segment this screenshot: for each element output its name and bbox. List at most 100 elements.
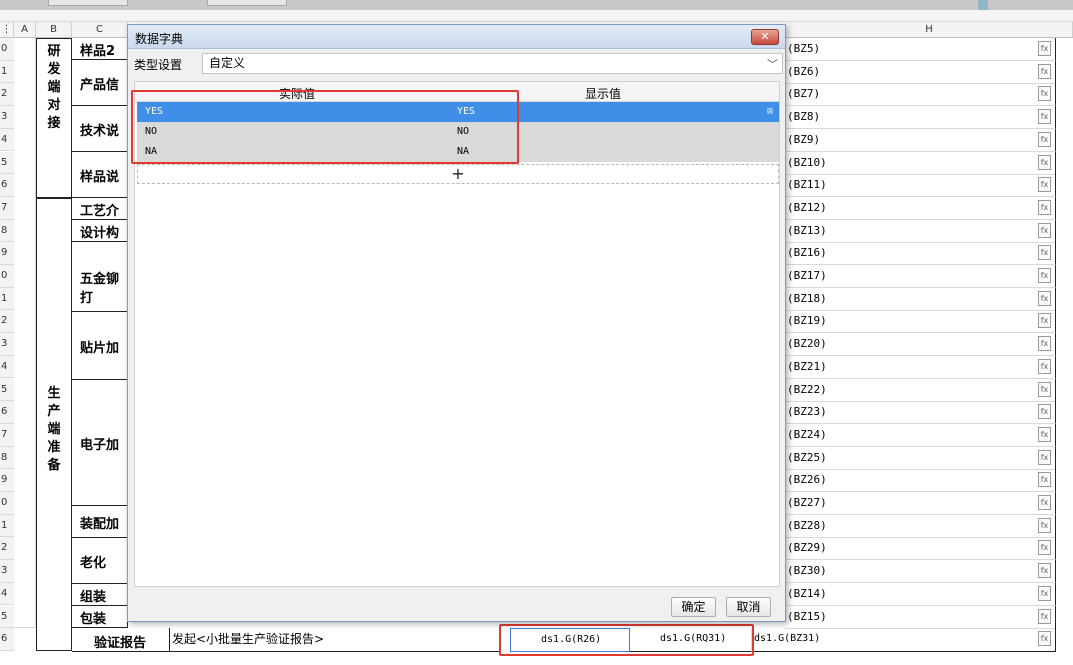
- h-cell[interactable]: (BZ23) fx: [785, 401, 1056, 425]
- row-number[interactable]: 5: [0, 605, 14, 629]
- row-number[interactable]: 7: [0, 423, 14, 447]
- c-label-cell[interactable]: 样品说: [72, 152, 128, 198]
- h-cell[interactable]: (BZ19) fx: [785, 310, 1056, 334]
- ok-button[interactable]: 确定: [671, 597, 716, 617]
- h-cell[interactable]: (BZ13) fx: [785, 219, 1056, 243]
- row-number[interactable]: 2: [0, 310, 14, 334]
- row-number[interactable]: 0: [0, 38, 14, 61]
- column-header-b[interactable]: B: [36, 22, 72, 38]
- fx-icon[interactable]: fx: [1038, 426, 1051, 442]
- c-label-cell[interactable]: 技术说: [72, 106, 128, 152]
- h-cell[interactable]: (BZ28) fx: [785, 514, 1056, 538]
- row-number[interactable]: 6: [0, 401, 14, 424]
- h-cell[interactable]: (BZ6) fx: [785, 60, 1056, 84]
- fx-icon[interactable]: fx: [1038, 222, 1051, 238]
- fx-icon[interactable]: fx: [1038, 199, 1051, 215]
- bottom-c-cell[interactable]: 验证报告: [72, 628, 170, 652]
- row-number[interactable]: 3: [0, 106, 14, 129]
- row-number[interactable]: 7: [0, 196, 14, 220]
- fx-icon[interactable]: fx: [1038, 86, 1051, 102]
- h-cell[interactable]: (BZ7) fx: [785, 83, 1056, 107]
- row-number[interactable]: 2: [0, 83, 14, 107]
- h-cell[interactable]: (BZ14) fx: [785, 582, 1056, 606]
- corner-header[interactable]: ⋮: [0, 22, 14, 38]
- h-cell[interactable]: (BZ30) fx: [785, 560, 1056, 584]
- row-number[interactable]: 9: [0, 242, 14, 265]
- row-number[interactable]: 0: [0, 265, 14, 288]
- c-label-cell[interactable]: 设计构: [72, 220, 128, 242]
- fx-icon[interactable]: fx: [1038, 313, 1051, 329]
- fx-icon[interactable]: fx: [1038, 358, 1051, 374]
- fx-icon[interactable]: fx: [1038, 268, 1051, 283]
- row-number[interactable]: 6: [0, 628, 14, 651]
- dialog-title-bar[interactable]: 数据字典 ✕: [128, 25, 785, 49]
- fx-icon[interactable]: fx: [1038, 177, 1051, 193]
- fx-icon[interactable]: fx: [1038, 131, 1051, 147]
- row-number[interactable]: 8: [0, 219, 14, 243]
- h-cell[interactable]: (BZ17) fx: [785, 265, 1056, 288]
- c-label-cell[interactable]: 五金铆打: [72, 242, 128, 312]
- row-number[interactable]: 0: [0, 492, 14, 515]
- c-label-cell[interactable]: 老化: [72, 538, 128, 584]
- bottom-h-cell[interactable]: ds1.G(BZ31) fx: [752, 628, 1056, 652]
- c-label-cell[interactable]: 工艺介: [72, 198, 128, 220]
- row-number[interactable]: 4: [0, 355, 14, 379]
- h-cell[interactable]: (BZ25) fx: [785, 446, 1056, 470]
- fx-icon[interactable]: fx: [1038, 404, 1051, 420]
- fx-icon[interactable]: fx: [1038, 154, 1051, 170]
- h-cell[interactable]: (BZ22) fx: [785, 378, 1056, 402]
- fx-icon[interactable]: fx: [1038, 495, 1051, 510]
- col-display-header[interactable]: 显示值: [585, 85, 621, 102]
- h-cell[interactable]: (BZ26) fx: [785, 469, 1056, 493]
- bottom-desc-cell[interactable]: 发起<小批量生产验证报告>: [170, 628, 500, 652]
- c-label-cell[interactable]: 包装: [72, 606, 128, 628]
- row-number[interactable]: 5: [0, 151, 14, 175]
- fx-icon[interactable]: fx: [1038, 109, 1051, 125]
- fx-icon[interactable]: fx: [1038, 41, 1051, 56]
- row-number[interactable]: 4: [0, 128, 14, 152]
- c-label-cell[interactable]: 产品信: [72, 60, 128, 106]
- fx-icon[interactable]: fx: [1038, 245, 1051, 261]
- fx-icon[interactable]: fx: [1038, 449, 1051, 465]
- cancel-button[interactable]: 取消: [726, 597, 771, 617]
- fx-icon[interactable]: fx: [1038, 631, 1051, 646]
- h-cell[interactable]: (BZ10) fx: [785, 151, 1056, 175]
- column-header-c[interactable]: C: [72, 22, 128, 38]
- row-number[interactable]: 1: [0, 514, 14, 538]
- h-cell[interactable]: (BZ27) fx: [785, 492, 1056, 515]
- add-row-button[interactable]: +: [137, 164, 779, 184]
- h-cell[interactable]: (BZ20) fx: [785, 333, 1056, 357]
- h-cell[interactable]: (BZ5) fx: [785, 38, 1056, 61]
- row-number[interactable]: 4: [0, 582, 14, 606]
- row-number[interactable]: 6: [0, 174, 14, 197]
- fx-icon[interactable]: fx: [1038, 585, 1051, 601]
- category-prod-cell[interactable]: 生产端准备: [36, 198, 72, 651]
- fx-icon[interactable]: fx: [1038, 608, 1051, 624]
- type-setting-select[interactable]: 自定义 ﹀: [202, 53, 783, 74]
- h-cell[interactable]: (BZ11) fx: [785, 174, 1056, 198]
- row-number[interactable]: 5: [0, 378, 14, 402]
- h-cell[interactable]: (BZ16) fx: [785, 242, 1056, 266]
- h-cell[interactable]: (BZ9) fx: [785, 128, 1056, 152]
- fx-icon[interactable]: fx: [1038, 563, 1051, 579]
- column-header-a[interactable]: A: [14, 22, 36, 38]
- close-button[interactable]: ✕: [751, 29, 779, 45]
- c-label-cell[interactable]: 装配加: [72, 506, 128, 538]
- column-header-h[interactable]: H: [786, 22, 1073, 38]
- fx-icon[interactable]: fx: [1038, 540, 1051, 556]
- h-cell[interactable]: (BZ15) fx: [785, 605, 1056, 629]
- row-number[interactable]: 9: [0, 469, 14, 492]
- h-cell[interactable]: (BZ21) fx: [785, 355, 1056, 379]
- column-a-cells[interactable]: [14, 38, 36, 628]
- h-cell[interactable]: (BZ18) fx: [785, 287, 1056, 311]
- fx-icon[interactable]: fx: [1038, 63, 1051, 79]
- c-label-cell[interactable]: 组装: [72, 584, 128, 606]
- row-number[interactable]: 2: [0, 537, 14, 561]
- h-cell[interactable]: (BZ24) fx: [785, 423, 1056, 447]
- category-rd-cell[interactable]: 研发端对接: [36, 38, 72, 198]
- fx-icon[interactable]: fx: [1038, 517, 1051, 533]
- fx-icon[interactable]: fx: [1038, 381, 1051, 397]
- toolbar-tab-1[interactable]: [48, 0, 128, 6]
- delete-row-icon[interactable]: ⊠: [767, 102, 773, 122]
- row-number[interactable]: 8: [0, 446, 14, 470]
